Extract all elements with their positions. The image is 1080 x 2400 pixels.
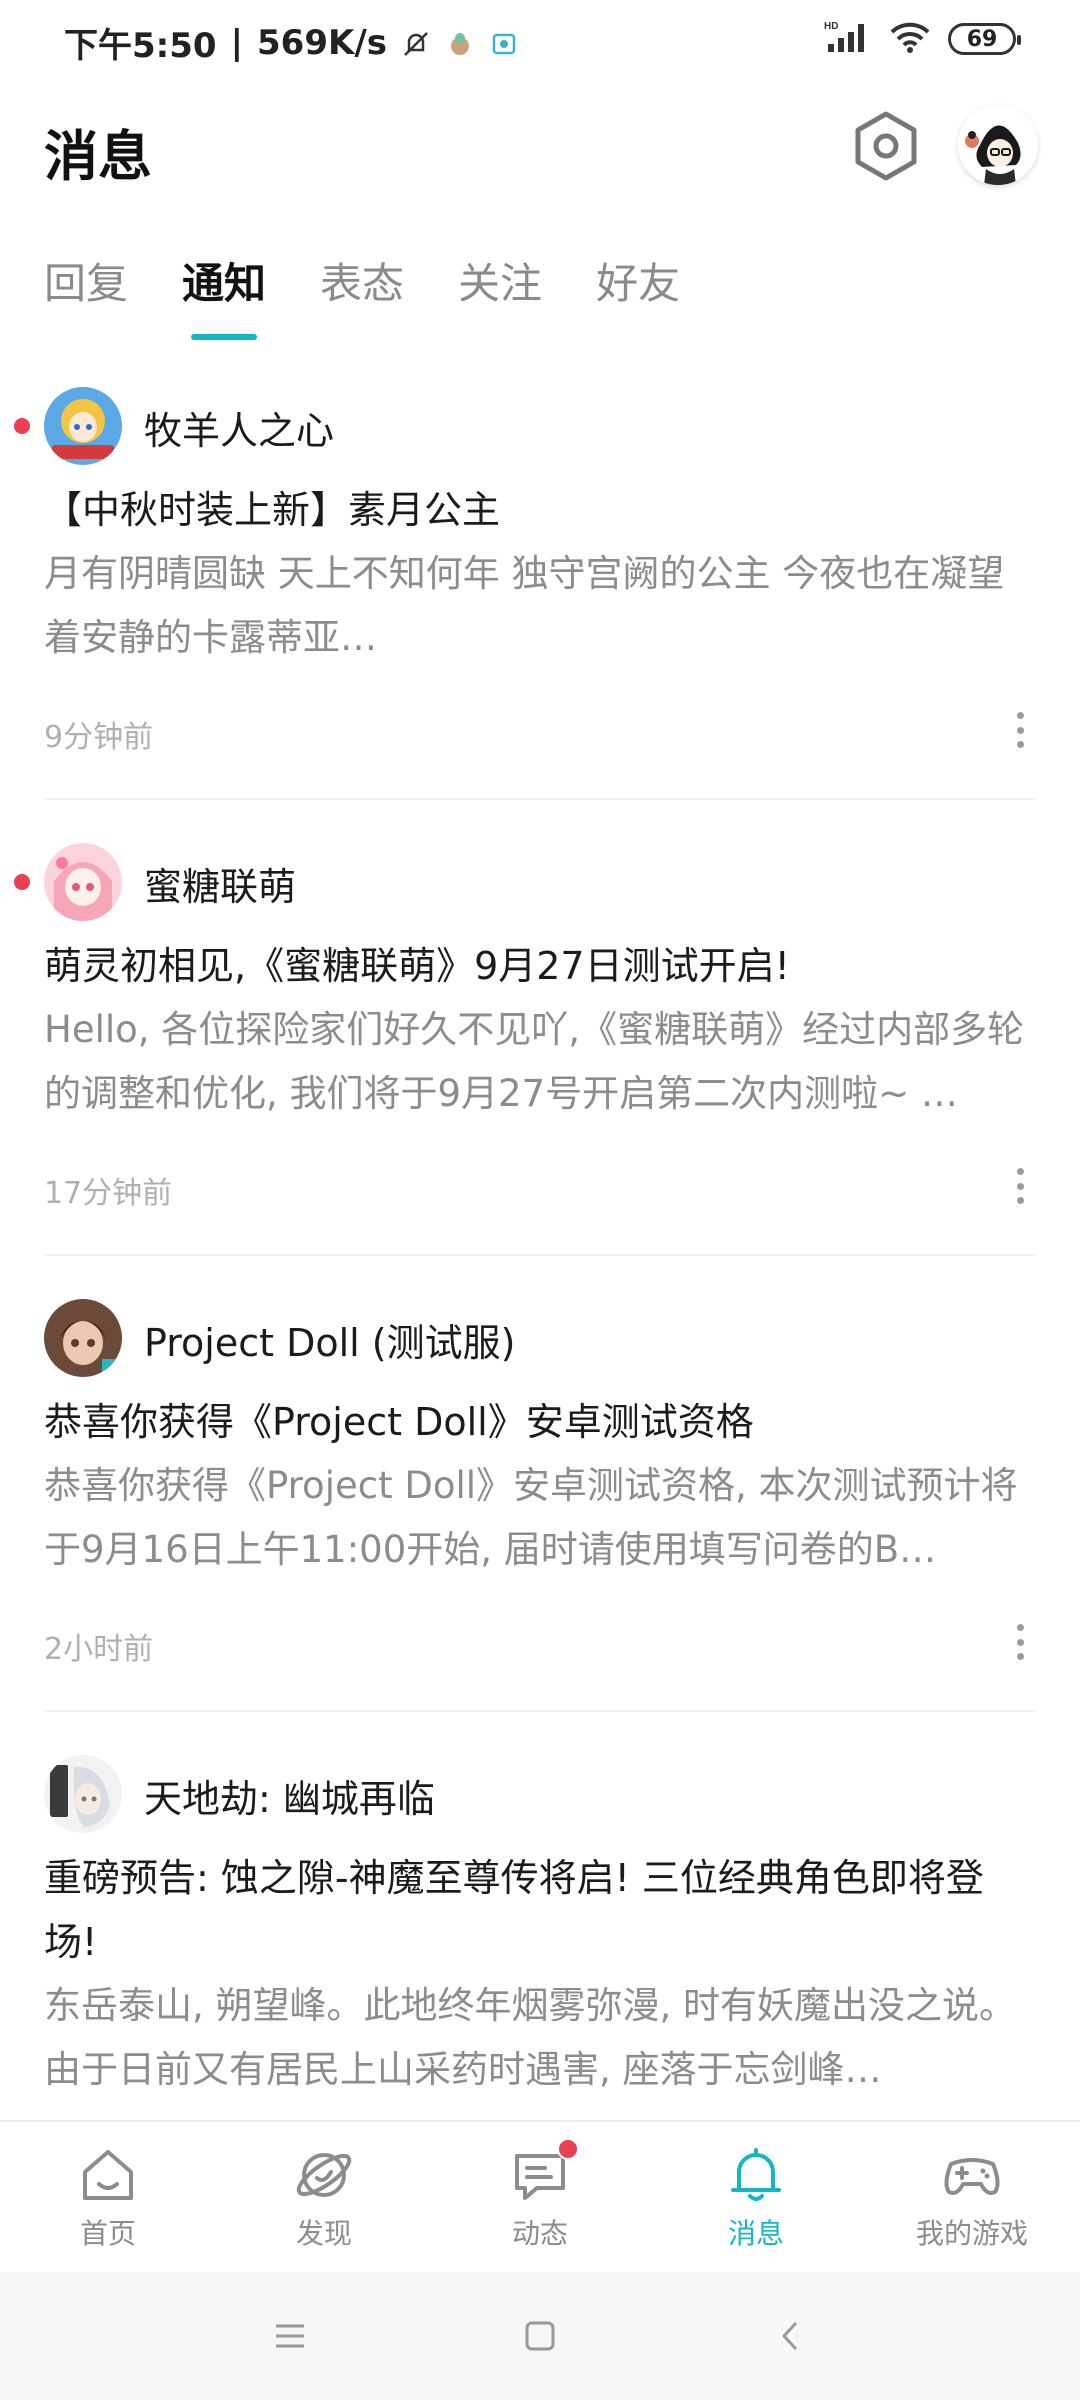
- status-bar: 下午5:50 | 569K/s HD 69: [0, 0, 1080, 84]
- app-notification-icon: [445, 28, 475, 58]
- status-right: HD 69: [824, 20, 1021, 58]
- notification-title: 恭喜你获得《Project Doll》安卓测试资格: [44, 1400, 754, 1444]
- notification-time: 2小时前: [44, 1632, 154, 1667]
- gamepad-icon: [941, 2144, 1003, 2206]
- tab-follows[interactable]: 关注: [458, 250, 542, 334]
- notification-card[interactable]: 牧羊人之心 【中秋时装上新】素月公主 月有阴晴圆缺 天上不知何年 独守宫阙的公主…: [0, 360, 1080, 800]
- status-time: 下午5:50: [64, 26, 217, 66]
- sender-avatar[interactable]: [44, 387, 122, 465]
- status-left: 下午5:50 | 569K/s: [64, 18, 519, 67]
- notification-body: Hello, 各位探险家们好久不见吖,《蜜糖联萌》经过内部多轮的调整和优化, 我…: [44, 1008, 1025, 1115]
- notification-card[interactable]: 蜜糖联萌 萌灵初相见,《蜜糖联萌》9月27日测试开启! Hello, 各位探险家…: [0, 816, 1080, 1256]
- notification-badge: [557, 2138, 579, 2160]
- discover-icon: [293, 2144, 355, 2206]
- back-icon: [782, 2321, 798, 2351]
- sender-name: Project Doll (测试服): [144, 1321, 516, 1365]
- active-tab-indicator: [191, 334, 258, 340]
- menu-icon: [276, 2324, 304, 2348]
- chat-icon: [509, 2138, 579, 2206]
- notification-card[interactable]: 天地劫: 幽城再临 重磅预告: 蚀之隙-神魔至尊传将启! 三位经典角色即将登场!…: [0, 1728, 1080, 2120]
- more-options-button[interactable]: [1006, 708, 1034, 752]
- message-tabs: 回复 通知 表态 关注 好友: [44, 250, 734, 340]
- nav-my-games[interactable]: 我的游戏: [864, 2122, 1080, 2272]
- nav-home[interactable]: 首页: [0, 2122, 216, 2272]
- page-title: 消息: [44, 125, 152, 188]
- more-options-button[interactable]: [1006, 1620, 1034, 1664]
- tab-label: 好友: [596, 259, 681, 308]
- divider: [44, 1254, 1036, 1256]
- settings-button[interactable]: [852, 108, 920, 184]
- nav-label: 消息: [727, 2217, 784, 2250]
- home-icon: [77, 2144, 139, 2206]
- system-navigation-bar: [0, 2272, 1080, 2400]
- nav-label: 发现: [295, 2217, 352, 2250]
- status-speed: 569K/s: [257, 22, 387, 63]
- square-icon: [525, 2321, 555, 2351]
- back-button[interactable]: [765, 2311, 815, 2361]
- home-button[interactable]: [515, 2311, 565, 2361]
- nav-messages[interactable]: 消息: [648, 2122, 864, 2272]
- notification-title: 【中秋时装上新】素月公主: [44, 488, 501, 532]
- nav-label: 首页: [79, 2217, 136, 2250]
- settings-hexagon-icon: [855, 111, 917, 181]
- notification-card[interactable]: Project Doll (测试服) 恭喜你获得《Project Doll》安卓…: [0, 1272, 1080, 1712]
- notification-title: 萌灵初相见,《蜜糖联萌》9月27日测试开启!: [44, 944, 790, 988]
- unread-dot: [14, 874, 30, 890]
- bottom-navigation: 首页 发现 动态 消息 我的游戏: [0, 2120, 1080, 2270]
- bell-icon: [725, 2144, 787, 2206]
- tab-notifications[interactable]: 通知: [182, 250, 267, 340]
- nav-label: 动态: [511, 2217, 568, 2250]
- nav-discover[interactable]: 发现: [216, 2122, 432, 2272]
- more-options-button[interactable]: [1006, 1164, 1034, 1208]
- sender-name: 蜜糖联萌: [144, 865, 297, 909]
- signal-icon: HD: [824, 20, 872, 58]
- tab-replies[interactable]: 回复: [44, 250, 128, 334]
- network-type: HD: [824, 21, 838, 32]
- tab-reactions[interactable]: 表态: [320, 250, 404, 334]
- sender-avatar[interactable]: [44, 843, 122, 921]
- tab-label: 表态: [320, 259, 405, 308]
- notification-time: 9分钟前: [44, 720, 154, 755]
- notification-list: 牧羊人之心 【中秋时装上新】素月公主 月有阴晴圆缺 天上不知何年 独守宫阙的公主…: [0, 360, 1080, 2120]
- tab-label: 关注: [458, 259, 543, 308]
- notification-body: 东岳泰山, 朔望峰。此地终年烟雾弥漫, 时有妖魔出没之说。由于日前又有居民上山采…: [44, 1984, 1017, 2091]
- nav-feed[interactable]: 动态: [432, 2122, 648, 2272]
- divider: [44, 798, 1036, 800]
- sender-avatar[interactable]: [44, 1299, 122, 1377]
- battery-level: 69: [966, 26, 998, 52]
- tab-friends[interactable]: 好友: [596, 250, 680, 334]
- battery-indicator: 69: [948, 23, 1021, 55]
- wifi-icon: [890, 21, 930, 57]
- app-notification-icon: [489, 28, 519, 58]
- notification-body: 恭喜你获得《Project Doll》安卓测试资格, 本次测试预计将于9月16日…: [44, 1464, 1018, 1571]
- menu-button[interactable]: [265, 2311, 315, 2361]
- notification-time: 17分钟前: [44, 1176, 173, 1211]
- tab-label: 通知: [182, 259, 267, 308]
- nav-label: 我的游戏: [915, 2217, 1028, 2250]
- sender-name: 牧羊人之心: [144, 409, 335, 453]
- divider: [44, 1710, 1036, 1712]
- mute-icon: [401, 28, 431, 58]
- status-separator: |: [230, 22, 243, 63]
- unread-dot: [14, 418, 30, 434]
- page-header: 消息: [0, 100, 1080, 200]
- notification-title: 重磅预告: 蚀之隙-神魔至尊传将启! 三位经典角色即将登场!: [44, 1856, 984, 1964]
- sender-avatar[interactable]: [44, 1755, 122, 1833]
- tab-label: 回复: [44, 259, 129, 308]
- sender-name: 天地劫: 幽城再临: [144, 1777, 435, 1821]
- notification-body: 月有阴晴圆缺 天上不知何年 独守宫阙的公主 今夜也在凝望着安静的卡露蒂亚 ———…: [44, 552, 1005, 659]
- user-avatar[interactable]: [958, 105, 1038, 185]
